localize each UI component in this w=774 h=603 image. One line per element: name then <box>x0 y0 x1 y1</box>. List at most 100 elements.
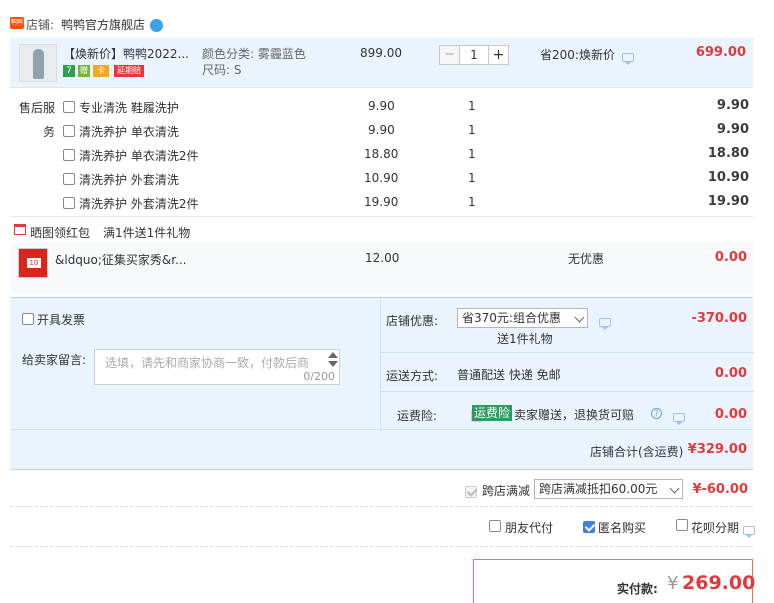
insurance-chat-icon[interactable] <box>672 413 685 425</box>
item-title-link[interactable]: 【焕新价】鸭鸭2022... <box>63 45 189 62</box>
shipping-value: 普通配送 快递 免邮 <box>457 368 561 382</box>
gift-item-row: 10 &ldquo;征集买家秀&r... 12.00 无优惠 0.00 <box>10 242 753 294</box>
huabei-option[interactable]: 花呗分期 <box>676 518 761 538</box>
after-sales-name: 清洗养护 单衣清洗2件 <box>79 149 199 163</box>
divider <box>381 352 754 353</box>
shop-name-link[interactable]: 鸭鸭官方旗舰店 <box>61 16 145 33</box>
quantity-stepper[interactable]: − 1 + <box>439 45 509 65</box>
after-sales-checkbox[interactable] <box>63 125 75 137</box>
order-block: 开具发票 给卖家留言: 选填，请先和商家协商一致，付款后商 0/200 店铺优惠… <box>10 297 754 470</box>
message-textarea[interactable]: 选填，请先和商家协商一致，付款后商 0/200 <box>94 349 340 385</box>
after-sales-name: 清洗养护 外套清洗 <box>79 173 179 187</box>
shop-label: 店铺: <box>26 18 55 32</box>
gift-item-total: 0.00 <box>714 250 747 265</box>
shipping-label: 运送方式: <box>386 369 439 383</box>
dashed-divider <box>10 546 753 547</box>
gift-item-discount: 无优惠 <box>568 252 605 266</box>
after-sales-name: 清洗养护 单衣清洗 <box>79 125 179 139</box>
item-size-sku: 尺码: S <box>202 63 242 77</box>
shop-discount-label: 店铺优惠: <box>386 314 439 328</box>
shop-tag-icon: 鸭鸭 <box>10 17 24 29</box>
item-color-sku: 颜色分类: 雾霾蓝色 <box>202 47 306 61</box>
scroll-down-arrow[interactable] <box>328 361 338 367</box>
huabei-checkbox[interactable] <box>676 519 688 531</box>
shop-header: 鸭鸭 店铺: 鸭鸭官方旗舰店 <box>10 14 760 36</box>
item-thumbnail[interactable] <box>19 44 57 82</box>
gift-item-title-link[interactable]: &ldquo;征集买家秀&r... <box>55 251 187 268</box>
shop-discount-amount: -370.00 <box>691 311 747 326</box>
badge-7day-icon: 7 <box>63 65 75 77</box>
scroll-up-arrow[interactable] <box>328 352 338 358</box>
friend-pay-checkbox[interactable] <box>489 520 501 532</box>
after-sales-option[interactable]: 专业清洗 鞋履洗护 9.90 1 9.90 <box>63 97 753 119</box>
after-sales-checkbox[interactable] <box>63 101 75 113</box>
after-sales-option[interactable]: 清洗养护 单衣清洗2件 18.80 1 18.80 <box>63 145 753 167</box>
after-sales-checkbox[interactable] <box>63 173 75 185</box>
gift-label: 晒图领红包 <box>30 226 91 240</box>
anonymous-option[interactable]: 匿名购买 <box>583 518 663 535</box>
insurance-amount: 0.00 <box>714 407 747 422</box>
order-summary-panel: 店铺优惠: 省370元:组合优惠 送1件礼物 -370.00 运送方式: 普通配… <box>380 298 754 429</box>
badge-delay-icon: 延期赔 <box>114 65 144 77</box>
qty-input[interactable]: 1 <box>459 45 489 65</box>
after-sales-total: 10.90 <box>707 170 749 185</box>
message-placeholder: 选填，请先和商家协商一致，付款后商 <box>105 356 310 370</box>
shop-total-label: 店铺合计(含运费) <box>590 445 684 459</box>
gift-thumbnail[interactable]: 10 <box>18 248 48 278</box>
after-sales-total: 9.90 <box>716 122 749 137</box>
increase-qty-button[interactable]: + <box>488 45 509 65</box>
shop-discount-sub: 送1件礼物 <box>497 332 553 346</box>
chevron-down-icon <box>669 483 680 494</box>
invoice-checkbox[interactable] <box>22 313 34 325</box>
discount-info-icon[interactable] <box>622 53 634 65</box>
chevron-down-icon <box>574 312 585 323</box>
huabei-label: 花呗分期 <box>691 521 740 535</box>
badge-card-icon: 卡 <box>93 65 109 77</box>
after-sales-qty: 1 <box>468 147 476 161</box>
anonymous-label: 匿名购买 <box>598 521 647 535</box>
message-label: 给卖家留言: <box>22 353 87 367</box>
cross-shop-checkbox[interactable] <box>465 485 477 498</box>
after-sales-total: 19.90 <box>707 194 749 209</box>
after-sales-qty: 1 <box>468 195 476 209</box>
gift-item-price: 12.00 <box>365 251 400 265</box>
divider <box>381 391 754 392</box>
shipping-amount: 0.00 <box>714 366 747 381</box>
badge-gift-icon: 赠 <box>78 65 90 77</box>
help-icon[interactable]: ? <box>651 408 662 419</box>
cross-shop-select[interactable]: 跨店满减抵扣60.00元 <box>534 479 683 499</box>
after-sales-qty: 1 <box>468 99 476 113</box>
after-sales-name: 清洗养护 外套清洗2件 <box>79 197 199 211</box>
after-sales-total: 18.80 <box>707 146 749 161</box>
after-sales-label-2: 务 <box>43 125 56 139</box>
after-sales-price: 9.90 <box>368 99 395 113</box>
after-sales-option[interactable]: 清洗养护 单衣清洗 9.90 1 9.90 <box>63 121 753 143</box>
shop-discount-select[interactable]: 省370元:组合优惠 <box>457 308 588 328</box>
item-unit-price: 899.00 <box>360 46 402 60</box>
cross-shop-label: 跨店满减 <box>482 484 531 498</box>
gift-thumb-text: 10 <box>27 258 41 268</box>
anonymous-checkbox[interactable] <box>583 520 595 533</box>
wangwang-chat-icon[interactable] <box>150 19 163 32</box>
after-sales-checkbox[interactable] <box>63 149 75 161</box>
decrease-qty-button[interactable]: − <box>439 45 460 65</box>
shop-total-amount: ¥329.00 <box>687 442 747 457</box>
friend-pay-option[interactable]: 朋友代付 <box>489 518 569 535</box>
payment-box: 实付款: ¥ 269.00 <box>473 559 755 603</box>
after-sales-price: 18.80 <box>364 147 399 161</box>
after-sales-name: 专业清洗 鞋履洗护 <box>79 101 179 115</box>
item-row: 【焕新价】鸭鸭2022... 7 赠 卡 延期赔 颜色分类: 雾霾蓝色 尺码: … <box>10 38 753 88</box>
gift-icon <box>14 224 26 235</box>
shop-discount-info-icon[interactable] <box>599 318 611 330</box>
friend-pay-label: 朋友代付 <box>505 521 554 535</box>
insurance-desc: 卖家赠送，退换货可赔 <box>514 408 635 422</box>
invoice-label: 开具发票 <box>37 313 86 327</box>
after-sales-checkbox[interactable] <box>63 197 75 209</box>
divider <box>10 429 753 430</box>
after-sales-option[interactable]: 清洗养护 外套清洗 10.90 1 10.90 <box>63 169 753 191</box>
after-sales-option[interactable]: 清洗养护 外套清洗2件 19.90 1 19.90 <box>63 193 753 215</box>
message-counter: 0/200 <box>303 370 335 383</box>
after-sales-qty: 1 <box>468 123 476 137</box>
invoice-option[interactable]: 开具发票 <box>22 311 122 327</box>
huabei-info-icon[interactable] <box>743 526 755 538</box>
